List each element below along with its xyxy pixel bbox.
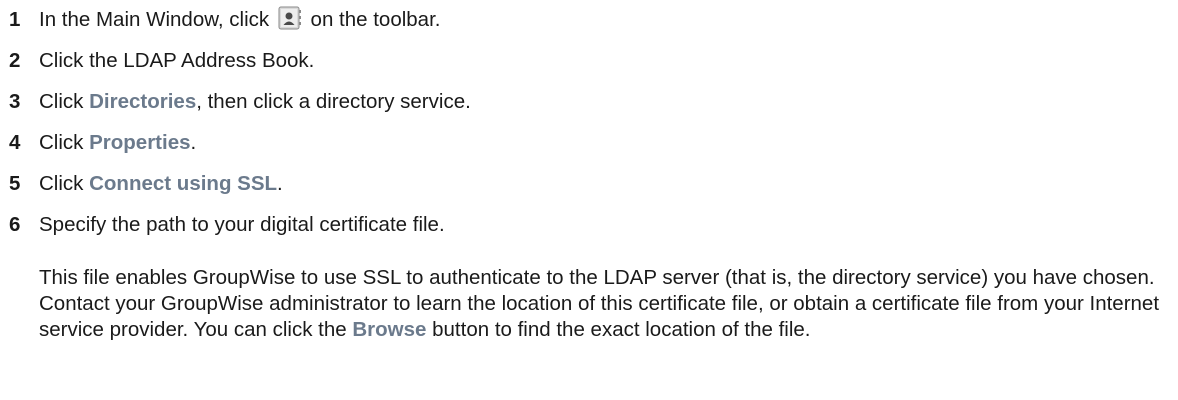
step-4: 4 Click Properties. [9,128,196,158]
step-text: . [277,172,283,195]
step-text: Click [39,172,90,195]
step-number: 1 [9,8,21,31]
step-text: In the Main Window, click [39,8,275,31]
step-text: Specify the path to your digital certifi… [39,213,445,236]
ui-term-connect-using-ssl: Connect using SSL [89,172,278,195]
step-6: 6 Specify the path to your digital certif… [9,210,445,240]
address-book-icon [278,6,301,30]
note-text: button to find the exact location of the… [426,318,811,341]
step-number: 5 [9,172,21,195]
step-text: on the toolbar. [304,8,441,31]
step-3: 3 Click Directories, then click a directo… [9,87,471,117]
step-number: 6 [9,213,21,236]
step-number: 2 [9,49,21,72]
step-text: . [190,131,197,154]
step-text: Click the LDAP Address Book. [39,49,315,72]
step-6-note: This file enables GroupWise to use SSL t… [39,265,1164,343]
document: 1 In the Main Window, click on the toolba… [0,0,1178,400]
step-number: 3 [9,90,21,113]
step-number: 4 [9,131,21,154]
step-1: 1 In the Main Window, click on the toolba… [9,5,440,35]
ui-term-browse: Browse [352,318,427,341]
step-text: Click [39,90,90,113]
step-text: Click [39,131,90,154]
step-text: , then click a directory service. [196,90,471,113]
ui-term-properties: Properties [89,131,191,154]
step-2: 2 Click the LDAP Address Book. [9,46,314,76]
step-5: 5 Click Connect using SSL. [9,169,283,199]
ui-term-directories: Directories [89,90,197,113]
